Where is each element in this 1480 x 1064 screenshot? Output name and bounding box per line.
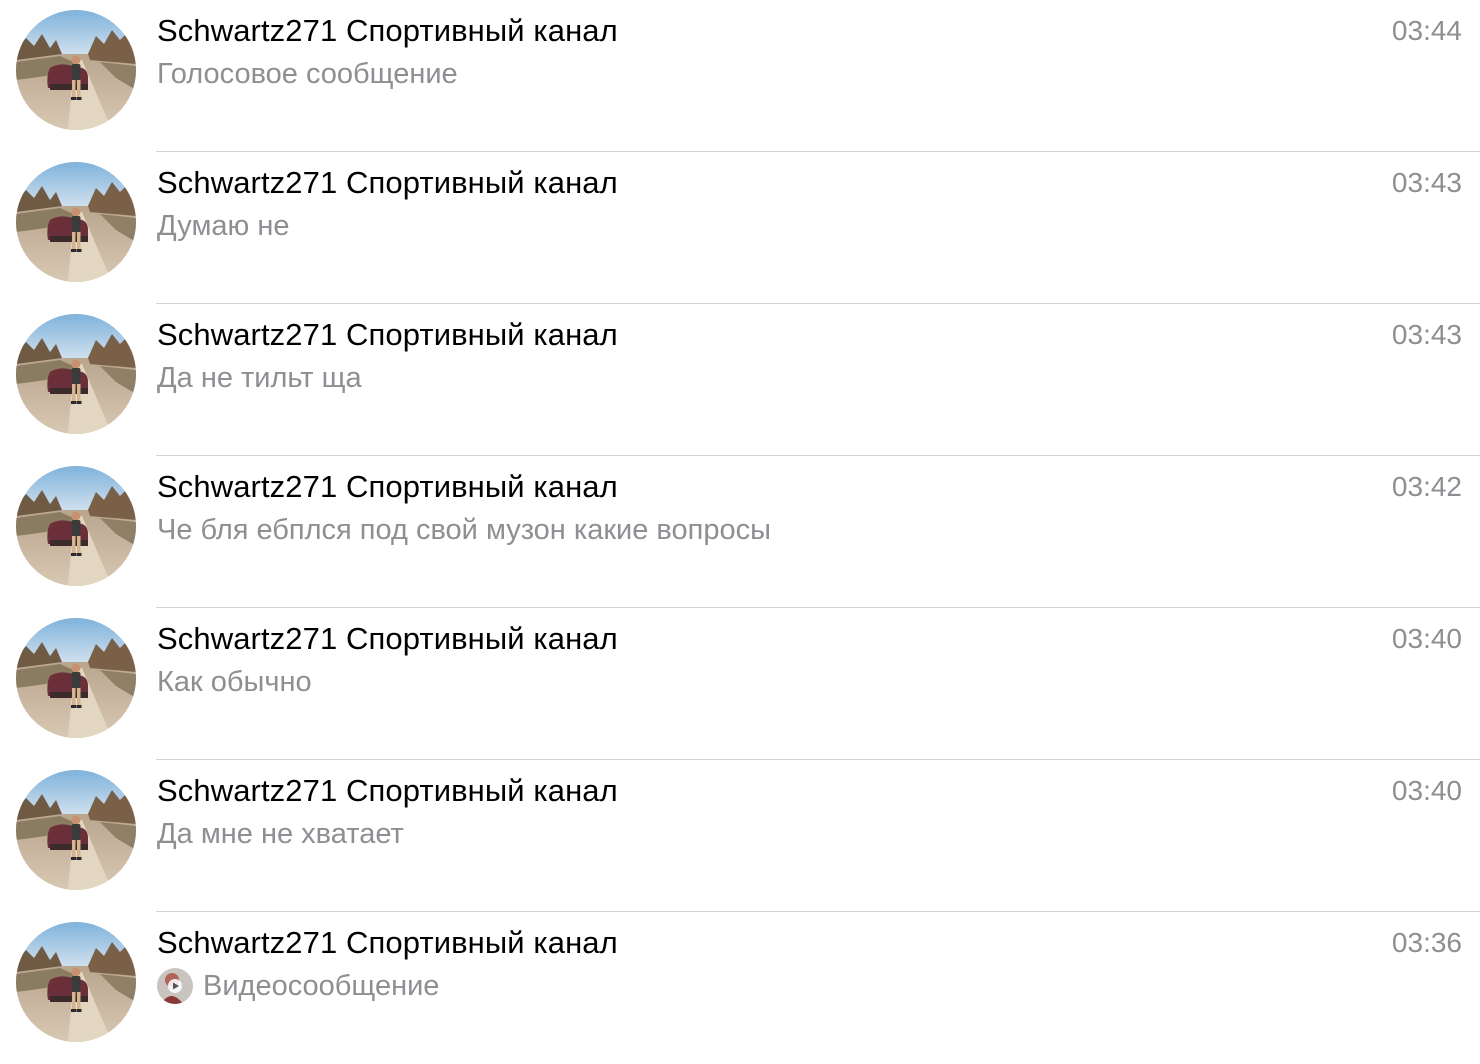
chat-preview: Как обычно xyxy=(157,664,312,700)
chat-preview-text: Голосовое сообщение xyxy=(157,58,458,90)
chat-name: Schwartz271 Спортивный канал xyxy=(157,621,618,656)
chat-time: 03:42 xyxy=(1391,471,1462,502)
avatar[interactable] xyxy=(16,770,136,890)
user-photo-avatar-icon xyxy=(16,314,136,434)
chat-row[interactable]: Schwartz271 Спортивный канал 03:36 Видео… xyxy=(0,912,1480,1064)
chat-time: 03:44 xyxy=(1391,15,1462,46)
chat-preview: Да мне не хватает xyxy=(157,816,404,852)
chat-preview-text: Че бля ебплся под свой музон какие вопро… xyxy=(157,514,771,546)
avatar[interactable] xyxy=(16,162,136,282)
chat-name: Schwartz271 Спортивный канал xyxy=(157,13,618,48)
chat-preview: Голосовое сообщение xyxy=(157,56,458,92)
chat-preview-text: Думаю не xyxy=(157,210,290,242)
user-photo-avatar-icon xyxy=(16,162,136,282)
chat-name: Schwartz271 Спортивный канал xyxy=(157,773,618,808)
chat-preview-text: Как обычно xyxy=(157,666,312,698)
chat-row[interactable]: Schwartz271 Спортивный канал 03:40 Как о… xyxy=(0,608,1480,760)
video-message-thumbnail-icon xyxy=(157,968,193,1004)
chat-name: Schwartz271 Спортивный канал xyxy=(157,317,618,352)
chat-preview-text: Да мне не хватает xyxy=(157,818,404,850)
chat-preview-text: Да не тильт ща xyxy=(157,362,362,394)
chat-time: 03:40 xyxy=(1391,775,1462,806)
user-photo-avatar-icon xyxy=(16,618,136,738)
chat-time: 03:36 xyxy=(1391,927,1462,958)
chat-list: Schwartz271 Спортивный канал 03:44 Голос… xyxy=(0,0,1480,1043)
chat-time: 03:43 xyxy=(1391,167,1462,198)
chat-preview: Да не тильт ща xyxy=(157,360,362,396)
user-photo-avatar-icon xyxy=(16,922,136,1042)
user-photo-avatar-icon xyxy=(16,466,136,586)
chat-row[interactable]: Schwartz271 Спортивный канал 03:43 Да не… xyxy=(0,304,1480,456)
chat-time: 03:43 xyxy=(1391,319,1462,350)
avatar[interactable] xyxy=(16,618,136,738)
user-photo-avatar-icon xyxy=(16,10,136,130)
chat-row[interactable]: Schwartz271 Спортивный канал 03:42 Че бл… xyxy=(0,456,1480,608)
chat-name: Schwartz271 Спортивный канал xyxy=(157,165,618,200)
chat-preview: Че бля ебплся под свой музон какие вопро… xyxy=(157,512,771,548)
chat-preview-text: Видеосообщение xyxy=(203,970,440,1002)
chat-preview: Видеосообщение xyxy=(157,968,439,1004)
chat-name: Schwartz271 Спортивный канал xyxy=(157,469,618,504)
chat-time: 03:40 xyxy=(1391,623,1462,654)
avatar[interactable] xyxy=(16,922,136,1042)
chat-preview: Думаю не xyxy=(157,208,289,244)
chat-row[interactable]: Schwartz271 Спортивный канал 03:40 Да мн… xyxy=(0,760,1480,912)
user-photo-avatar-icon xyxy=(16,770,136,890)
chat-row[interactable]: Schwartz271 Спортивный канал 03:43 Думаю… xyxy=(0,152,1480,304)
avatar[interactable] xyxy=(16,10,136,130)
chat-name: Schwartz271 Спортивный канал xyxy=(157,925,618,960)
avatar[interactable] xyxy=(16,466,136,586)
avatar[interactable] xyxy=(16,314,136,434)
chat-row[interactable]: Schwartz271 Спортивный канал 03:44 Голос… xyxy=(0,0,1480,152)
